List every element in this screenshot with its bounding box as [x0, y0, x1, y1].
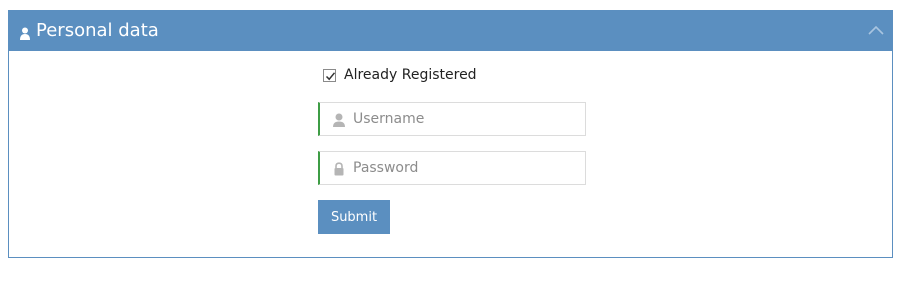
username-field-wrapper [318, 102, 586, 136]
password-field-wrapper [318, 151, 586, 185]
already-registered-row: Already Registered [323, 65, 477, 85]
already-registered-label[interactable]: Already Registered [344, 67, 477, 83]
username-input[interactable] [353, 103, 578, 135]
lock-icon [332, 161, 346, 176]
panel-header[interactable]: Personal data [9, 11, 892, 51]
submit-button[interactable]: Submit [318, 200, 390, 234]
already-registered-checkbox[interactable] [323, 68, 336, 82]
password-input[interactable] [353, 152, 578, 184]
panel-title: Personal data [36, 20, 159, 41]
personal-data-panel: Personal data Already Registered Usernam… [8, 10, 893, 258]
user-icon [332, 112, 346, 127]
user-icon [20, 26, 30, 40]
chevron-up-icon[interactable] [866, 21, 886, 41]
